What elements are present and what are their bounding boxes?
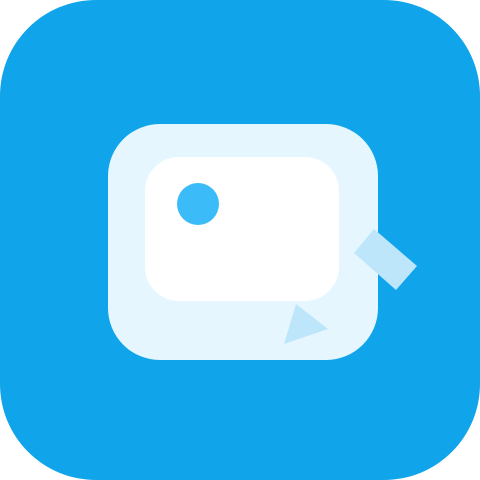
lens-dot [177,183,219,225]
app-icon[interactable] [0,0,480,480]
camera-screen [145,157,339,301]
video-camera-icon [0,0,480,480]
